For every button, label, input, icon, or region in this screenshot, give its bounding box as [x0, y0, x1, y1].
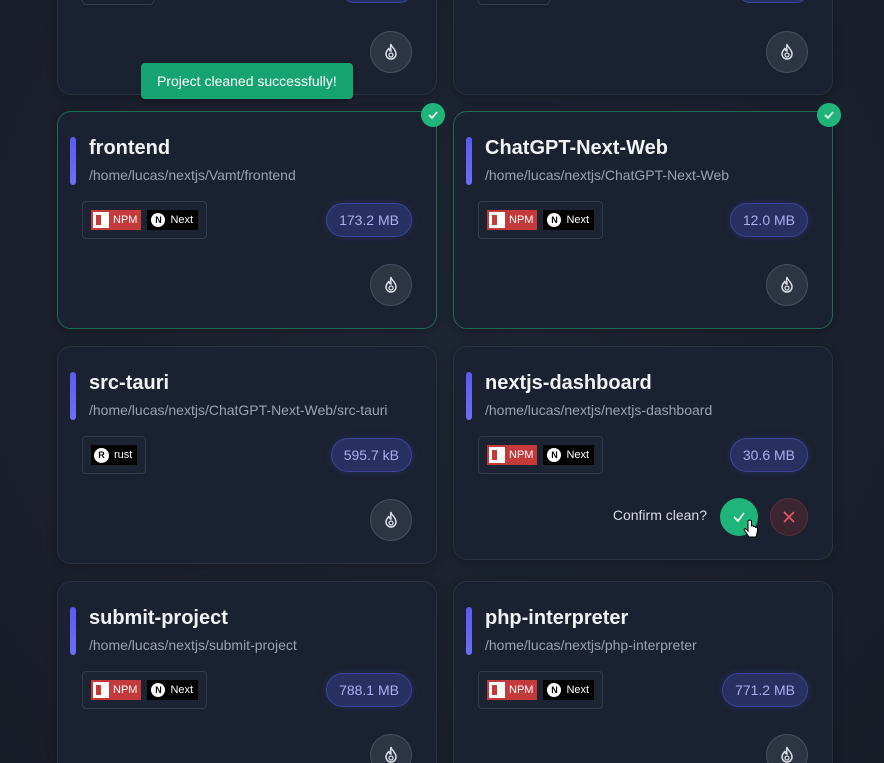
next-badge: N Next	[543, 445, 595, 465]
accent-bar	[466, 137, 472, 185]
next-label: Next	[566, 684, 590, 696]
nextjs-logo-icon: N	[547, 448, 562, 462]
tech-badges: Rrust	[82, 436, 147, 474]
tech-badges: NPM N Next	[478, 436, 604, 474]
npm-label: NPM	[113, 214, 138, 226]
accent-bar	[466, 607, 472, 655]
confirm-clean-prompt: Confirm clean?	[612, 507, 707, 523]
project-card-php-interpreter: php-interpreter /home/lucas/nextjs/php-i…	[453, 581, 833, 763]
rust-label: rust	[114, 449, 133, 461]
tag-box-partial	[82, 0, 154, 5]
size-pill: 173.2 MB	[326, 203, 412, 237]
clean-button[interactable]	[370, 734, 412, 763]
tag-box-partial	[478, 0, 550, 5]
next-badge: N Next	[147, 680, 199, 700]
project-path: /home/lucas/nextjs/php-interpreter	[485, 637, 697, 653]
project-card-partial-right	[453, 0, 833, 95]
project-card-frontend: frontend /home/lucas/nextjs/Vamt/fronten…	[57, 111, 437, 329]
size-pill: 30.6 MB	[729, 438, 808, 472]
next-badge: N Next	[543, 210, 595, 230]
tech-badges: NPM N Next	[478, 201, 604, 239]
project-card-src-tauri: src-tauri /home/lucas/nextjs/ChatGPT-Nex…	[57, 346, 437, 564]
project-title: php-interpreter	[485, 607, 629, 629]
clean-button[interactable]	[370, 31, 412, 73]
tech-badges: NPM N Next	[82, 671, 208, 709]
size-pill-partial	[738, 0, 808, 3]
flame-icon	[385, 511, 397, 528]
npm-label: NPM	[113, 684, 138, 696]
nextjs-logo-icon: N	[151, 213, 166, 227]
next-label: Next	[566, 214, 590, 226]
project-path: /home/lucas/nextjs/nextjs-dashboard	[485, 402, 713, 418]
npm-badge: NPM	[487, 680, 538, 700]
npm-label: NPM	[509, 684, 534, 696]
flame-icon	[781, 746, 793, 763]
accent-bar	[70, 607, 76, 655]
rust-logo-icon: R	[94, 447, 109, 463]
clean-button[interactable]	[370, 264, 412, 306]
project-path: /home/lucas/nextjs/ChatGPT-Next-Web	[485, 167, 730, 183]
project-title: nextjs-dashboard	[485, 372, 652, 394]
project-title: src-tauri	[89, 372, 170, 394]
next-label: Next	[170, 214, 194, 226]
clean-button[interactable]	[370, 499, 412, 541]
project-path: /home/lucas/nextjs/ChatGPT-Next-Web/src-…	[89, 402, 388, 418]
npm-label: NPM	[509, 449, 534, 461]
size-pill: 12.0 MB	[729, 203, 808, 237]
next-label: Next	[566, 449, 590, 461]
npm-logo-icon	[489, 447, 505, 463]
flame-icon	[781, 43, 793, 60]
project-card-submit-project: submit-project /home/lucas/nextjs/submit…	[57, 581, 437, 763]
npm-badge: NPM	[91, 680, 142, 700]
size-pill: 595.7 kB	[330, 438, 412, 472]
npm-badge: NPM	[487, 210, 538, 230]
project-title: frontend	[89, 137, 171, 159]
size-pill: 771.2 MB	[722, 673, 808, 707]
npm-logo-icon	[489, 682, 505, 698]
flame-icon	[385, 276, 397, 293]
accent-bar	[466, 372, 472, 420]
cleaned-check-icon	[817, 103, 841, 127]
project-title: submit-project	[89, 607, 228, 629]
next-badge: N Next	[543, 680, 595, 700]
next-badge: N Next	[147, 210, 199, 230]
next-label: Next	[170, 684, 194, 696]
success-toast: Project cleaned successfully!	[141, 63, 353, 99]
project-card-chatgpt-next-web: ChatGPT-Next-Web /home/lucas/nextjs/Chat…	[453, 111, 833, 329]
clean-button[interactable]	[766, 734, 808, 763]
close-icon	[783, 511, 795, 523]
size-pill-partial	[342, 0, 412, 3]
accent-bar	[70, 372, 76, 420]
flame-icon	[781, 276, 793, 293]
project-path: /home/lucas/nextjs/Vamt/frontend	[89, 167, 296, 183]
npm-logo-icon	[489, 212, 505, 228]
flame-icon	[385, 746, 397, 763]
npm-label: NPM	[509, 214, 534, 226]
nextjs-logo-icon: N	[151, 683, 166, 697]
npm-badge: NPM	[91, 210, 142, 230]
tech-badges: NPM N Next	[478, 671, 604, 709]
npm-logo-icon	[93, 212, 109, 228]
size-pill: 788.1 MB	[326, 673, 412, 707]
hand-cursor-icon	[743, 519, 758, 538]
rust-badge: Rrust	[91, 445, 138, 465]
nextjs-logo-icon: N	[547, 683, 562, 697]
nextjs-logo-icon: N	[547, 213, 562, 227]
flame-icon	[385, 43, 397, 60]
project-card-nextjs-dashboard: nextjs-dashboard /home/lucas/nextjs/next…	[453, 346, 833, 560]
cancel-clean-button[interactable]	[770, 498, 808, 536]
npm-logo-icon	[93, 682, 109, 698]
tech-badges: NPM N Next	[82, 201, 208, 239]
clean-button[interactable]	[766, 31, 808, 73]
project-title: ChatGPT-Next-Web	[485, 137, 668, 159]
clean-button[interactable]	[766, 264, 808, 306]
cleaned-check-icon	[421, 103, 445, 127]
accent-bar	[70, 137, 76, 185]
project-path: /home/lucas/nextjs/submit-project	[89, 637, 297, 653]
npm-badge: NPM	[487, 445, 538, 465]
